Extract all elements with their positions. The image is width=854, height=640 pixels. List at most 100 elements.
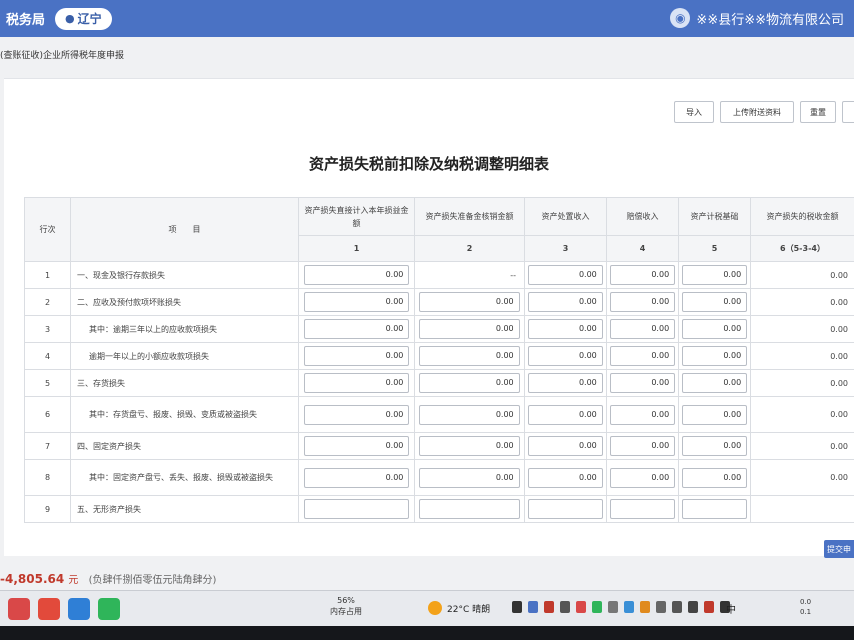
tray-icon[interactable] [528,601,538,613]
tray-icon[interactable] [688,601,698,613]
table-row: 7 四、固定资产损失 0.00 0.00 0.00 0.00 0.00 0.00 [24,432,854,460]
tray-icon[interactable] [560,601,570,613]
tray-icon[interactable] [544,601,554,613]
import-button[interactable]: 导入 [674,101,714,123]
amount-input[interactable]: 0.00 [303,467,410,488]
row-item: 二、应收及预付款项坏账损失 [70,288,299,316]
header-col5: 资产计税基础 [678,197,751,236]
amount-input[interactable]: 0.00 [681,467,748,488]
region-selector[interactable]: ● 辽宁 [55,7,112,30]
weather-widget[interactable]: 22°C 晴朗 [428,601,490,615]
amount-input[interactable]: 0.00 [528,346,603,366]
amount-input[interactable]: 0.00 [528,404,603,425]
tray-icon[interactable] [640,601,650,613]
tray-icon[interactable] [672,601,682,613]
col-number-2: 2 [414,235,525,262]
header-col4: 赔偿收入 [606,197,679,236]
amount-input[interactable]: 0.00 [303,292,410,312]
header-row-no: 行次 [24,197,71,262]
amount-input[interactable]: 0.00 [528,373,603,393]
amount-input[interactable]: 0.00 [681,404,748,425]
col-number-1: 1 [298,235,415,262]
amount-input[interactable]: 0.00 [528,292,603,312]
amount-input[interactable]: 0.00 [303,319,410,339]
amount-input[interactable]: 0.00 [419,346,520,366]
amount-input[interactable]: 0.00 [609,373,676,393]
tray-icon[interactable] [608,601,618,613]
tray-icon[interactable] [592,601,602,613]
amount-input[interactable]: 0.00 [303,346,410,366]
computed-amount: 0.00 [750,369,854,397]
row-number: 1 [24,261,71,289]
col-number-3: 3 [524,235,607,262]
amount-input[interactable]: 0.00 [609,346,676,366]
sun-icon [428,601,442,615]
amount-input[interactable]: 0.00 [609,436,676,456]
net-download: 0.1 [800,608,812,616]
amount-input[interactable]: 0.00 [419,373,520,393]
row-item: 其中：固定资产盘亏、丢失、报废、损毁或被盗损失 [70,459,299,496]
amount-input[interactable]: 0.00 [681,436,748,456]
tax-total: -4,805.64 元 (负肆仟捌佰零伍元陆角肆分) [0,571,216,586]
amount-input[interactable]: 0.00 [681,346,748,366]
app-icon[interactable] [8,597,30,620]
input-method[interactable]: 中 [726,601,736,616]
header-col3: 资产处置收入 [524,197,607,236]
amount-input[interactable]: 0.00 [609,265,676,285]
amount-input[interactable]: 0.00 [303,404,410,425]
amount-input[interactable]: 0.00 [528,265,603,285]
memory-percent: 56% [337,596,355,605]
amount-input[interactable]: 0.00 [681,319,748,339]
amount-input[interactable]: 0.00 [609,292,676,312]
tray-icon[interactable] [656,601,666,613]
amount-input[interactable]: 0.00 [419,319,520,339]
taskbar: 56% 内存占用 22°C 晴朗 中 0.0 0.1 [0,590,854,626]
amount-input[interactable]: 0.00 [303,265,410,285]
amount-input[interactable]: 0.00 [303,373,410,393]
tray-icon[interactable] [704,601,714,613]
row-number: 2 [24,288,71,316]
breadcrumb: (查账征收)企业所得税年度申报 [0,51,125,61]
reset-button[interactable]: 重置 [800,101,836,123]
amount-input[interactable] [681,499,748,519]
asset-loss-table: 行次 项 目 资产损失直接计入本年损益金额 资产损失准备金核销金额 资产处置收入… [24,197,854,523]
row-number: 3 [24,315,71,343]
tray-icon[interactable] [512,601,522,613]
amount-input[interactable] [528,499,603,519]
amount-input[interactable]: 0.00 [609,467,676,488]
amount-input[interactable]: 0.00 [681,373,748,393]
amount-input[interactable]: 0.00 [419,292,520,312]
amount-input[interactable]: 0.00 [528,319,603,339]
row-number: 9 [24,495,71,523]
amount-input[interactable]: 0.00 [528,436,603,456]
amount-input[interactable]: 0.00 [681,292,748,312]
amount-input[interactable]: 0.00 [419,404,520,425]
table-row: 1 一、现金及银行存款损失 0.00 -- 0.00 0.00 0.00 0.0… [24,261,854,289]
row-item: 四、固定资产损失 [70,432,299,460]
amount-input[interactable] [609,499,676,519]
more-button[interactable] [842,101,854,123]
wechat-icon[interactable] [98,597,120,620]
computed-amount: 0.00 [750,396,854,433]
memory-usage[interactable]: 56% 内存占用 [330,595,362,617]
amount-input[interactable]: 0.00 [609,404,676,425]
amount-input[interactable] [303,499,410,519]
amount-input[interactable]: 0.00 [303,436,410,456]
user-avatar-icon: ◉ [670,8,691,28]
submit-button[interactable]: 提交申 [824,540,854,558]
amount-input[interactable]: 0.00 [528,467,603,488]
amount-input[interactable]: 0.00 [419,436,520,456]
tray-icon[interactable] [624,601,634,613]
table-row: 8 其中：固定资产盘亏、丢失、报废、损毁或被盗损失 0.00 0.00 0.00… [24,459,854,496]
amount-input[interactable]: 0.00 [609,319,676,339]
system-tray [512,601,730,613]
form-panel: 导入 上传附送资料 重置 资产损失税前扣除及纳税调整明细表 行次 项 目 资产损… [4,78,854,556]
amount-input[interactable]: 0.00 [681,265,748,285]
amount-input[interactable]: 0.00 [419,467,520,488]
edge-icon[interactable] [68,597,90,620]
amount-input[interactable] [419,499,520,519]
wps-icon[interactable] [38,597,60,620]
user-menu[interactable]: ◉ ※※县行※※物流有限公司 [670,8,844,28]
upload-attachments-button[interactable]: 上传附送资料 [720,101,794,123]
tray-icon[interactable] [576,601,586,613]
